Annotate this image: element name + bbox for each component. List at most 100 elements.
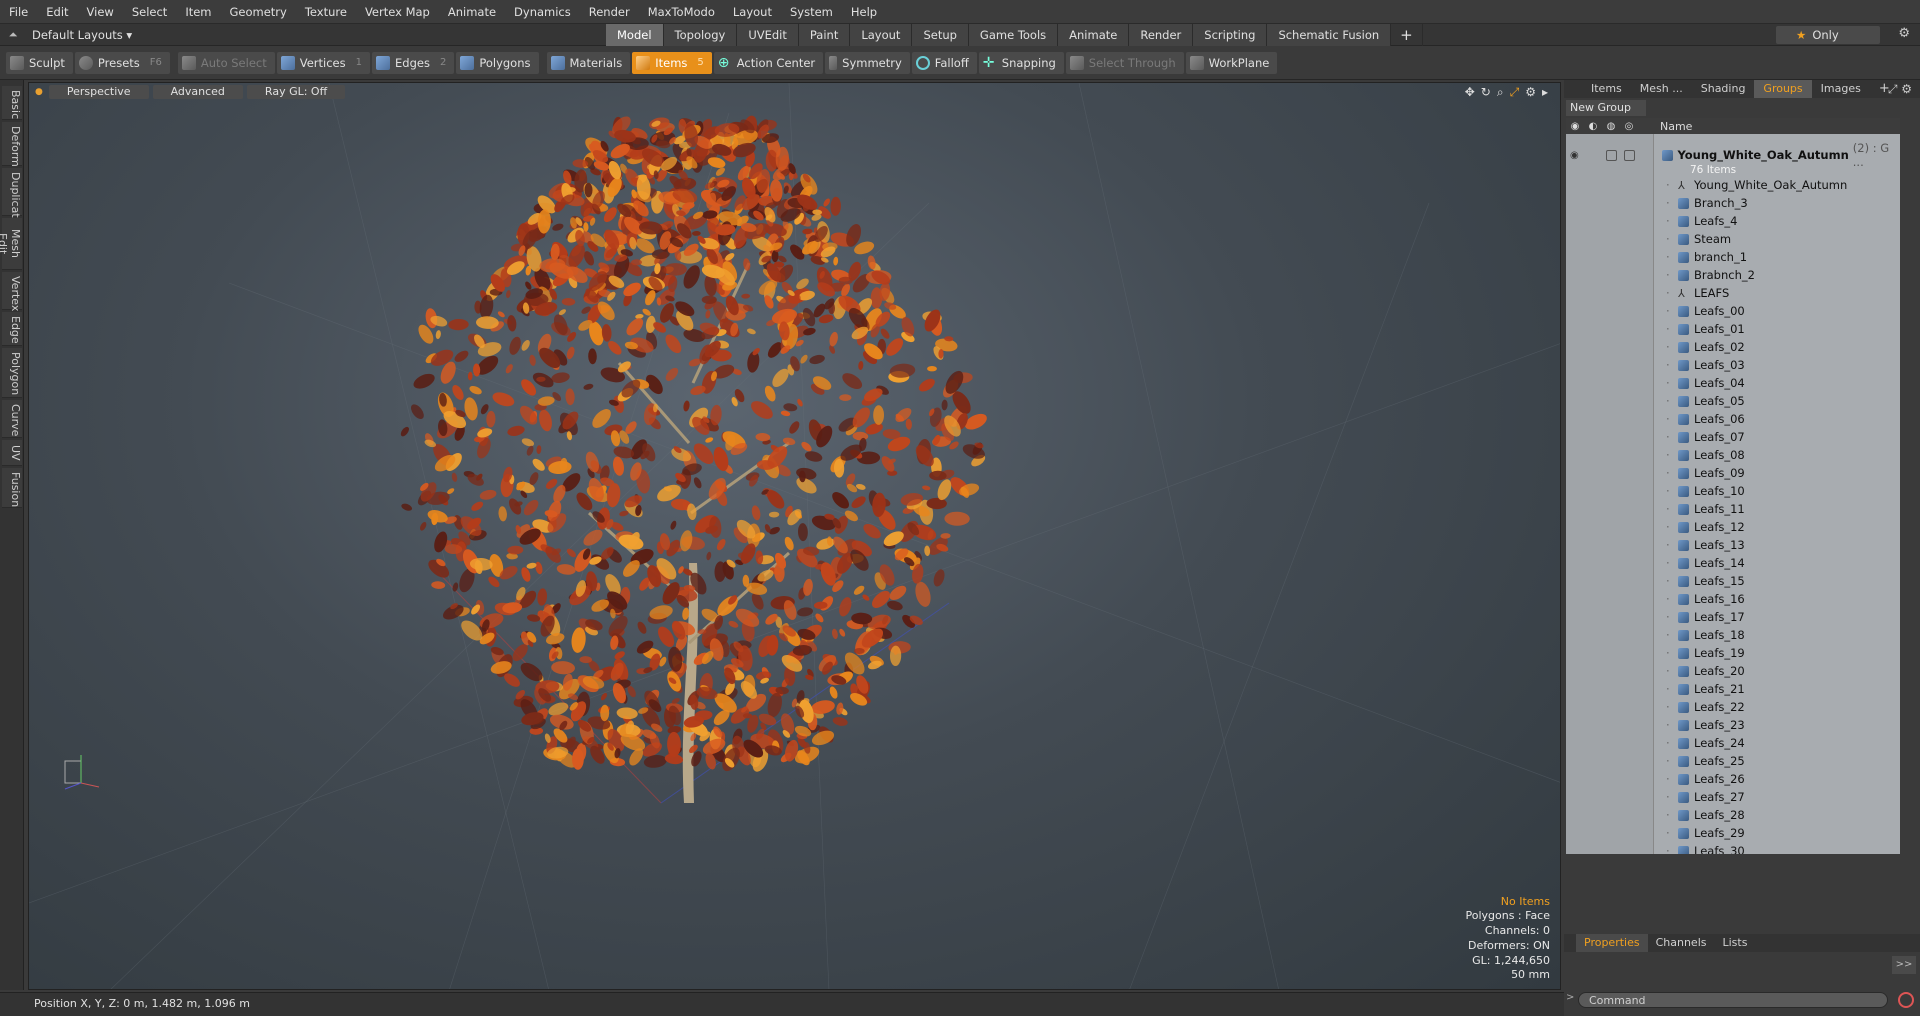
list-item[interactable]: · Leafs_20 bbox=[1566, 662, 1900, 680]
list-item[interactable]: · Leafs_22 bbox=[1566, 698, 1900, 716]
menu-geometry[interactable]: Geometry bbox=[221, 0, 296, 24]
list-item[interactable]: · Leafs_21 bbox=[1566, 680, 1900, 698]
zoom-view-icon[interactable]: ⌕ bbox=[1497, 85, 1504, 100]
list-item[interactable]: · Leafs_05 bbox=[1566, 392, 1900, 410]
presets-button[interactable]: Presets F6 bbox=[74, 51, 170, 74]
menu-texture[interactable]: Texture bbox=[296, 0, 356, 24]
list-item[interactable]: · Leafs_10 bbox=[1566, 482, 1900, 500]
left-tab-vertex[interactable]: Vertex bbox=[2, 272, 22, 311]
tab-uvedit[interactable]: UVEdit bbox=[737, 23, 799, 46]
list-item[interactable]: · Leafs_26 bbox=[1566, 770, 1900, 788]
menu-item[interactable]: Item bbox=[176, 0, 220, 24]
polygons-button[interactable]: Polygons bbox=[456, 51, 539, 74]
menu-render[interactable]: Render bbox=[580, 0, 639, 24]
menu-file[interactable]: File bbox=[0, 0, 37, 24]
list-item[interactable]: · Leafs_03 bbox=[1566, 356, 1900, 374]
vertices-button[interactable]: Vertices 1 bbox=[276, 51, 370, 74]
panel-tab-items[interactable]: Items bbox=[1582, 80, 1631, 98]
left-tab-mesh-edit[interactable]: Mesh Edit bbox=[0, 218, 22, 270]
menu-system[interactable]: System bbox=[781, 0, 842, 24]
list-item[interactable]: · ⅄ Young_White_Oak_Autumn bbox=[1566, 176, 1900, 194]
tab-paint[interactable]: Paint bbox=[798, 23, 851, 46]
fit-view-icon[interactable]: ⤢ bbox=[1510, 85, 1520, 100]
3d-viewport[interactable]: ● Perspective Advanced Ray GL: Off ✥ ↻ ⌕… bbox=[28, 82, 1561, 990]
tab-layout[interactable]: Layout bbox=[850, 23, 913, 46]
left-tab-polygon[interactable]: Polygon bbox=[2, 348, 22, 398]
stop-icon[interactable] bbox=[1898, 992, 1914, 1008]
snapping-button[interactable]: ✛ Snapping bbox=[978, 51, 1064, 74]
left-tab-basic[interactable]: Basic bbox=[2, 86, 22, 120]
tab-model[interactable]: Model bbox=[606, 23, 664, 46]
list-item[interactable]: · Leafs_08 bbox=[1566, 446, 1900, 464]
viewport-more-icon[interactable]: ▸ bbox=[1542, 85, 1548, 100]
move-view-icon[interactable]: ✥ bbox=[1465, 85, 1475, 100]
action-center-button[interactable]: ⊕ Action Center bbox=[713, 51, 824, 74]
list-item[interactable]: · Leafs_17 bbox=[1566, 608, 1900, 626]
list-item[interactable]: · Leafs_01 bbox=[1566, 320, 1900, 338]
menu-vertex-map[interactable]: Vertex Map bbox=[356, 0, 439, 24]
list-item[interactable]: · Leafs_00 bbox=[1566, 302, 1900, 320]
list-item[interactable]: · Branch_3 bbox=[1566, 194, 1900, 212]
tab-render[interactable]: Render bbox=[1129, 23, 1194, 46]
command-input[interactable]: Command bbox=[1578, 992, 1888, 1008]
select-through-button[interactable]: Select Through bbox=[1065, 51, 1184, 74]
raygl-dropdown[interactable]: Ray GL: Off bbox=[246, 85, 346, 99]
list-item[interactable]: · Leafs_04 bbox=[1566, 374, 1900, 392]
workplane-button[interactable]: WorkPlane bbox=[1185, 51, 1278, 74]
symmetry-button[interactable]: Symmetry bbox=[825, 51, 910, 74]
viewport-gear-icon[interactable]: ⚙ bbox=[1525, 85, 1536, 100]
list-item[interactable]: · Leafs_16 bbox=[1566, 590, 1900, 608]
checkbox[interactable] bbox=[1606, 149, 1617, 161]
tab-topology[interactable]: Topology bbox=[663, 23, 738, 46]
list-item[interactable]: · Steam bbox=[1566, 230, 1900, 248]
list-item[interactable]: · Leafs_14 bbox=[1566, 554, 1900, 572]
materials-button[interactable]: Materials bbox=[546, 51, 631, 74]
list-item[interactable]: · Leafs_19 bbox=[1566, 644, 1900, 662]
tab-game-tools[interactable]: Game Tools bbox=[968, 23, 1059, 46]
list-item[interactable]: · Leafs_18 bbox=[1566, 626, 1900, 644]
tab-scripting[interactable]: Scripting bbox=[1193, 23, 1268, 46]
list-item[interactable]: · Leafs_13 bbox=[1566, 536, 1900, 554]
list-item[interactable]: · Leafs_15 bbox=[1566, 572, 1900, 590]
perspective-dropdown[interactable]: Perspective bbox=[48, 85, 149, 99]
edges-button[interactable]: Edges 2 bbox=[372, 51, 455, 74]
panel-tab-shading[interactable]: Shading bbox=[1692, 80, 1755, 98]
list-item[interactable]: · Leafs_02 bbox=[1566, 338, 1900, 356]
list-item[interactable]: · Leafs_4 bbox=[1566, 212, 1900, 230]
list-item[interactable]: · Leafs_09 bbox=[1566, 464, 1900, 482]
tab-setup[interactable]: Setup bbox=[912, 23, 969, 46]
left-tab-deform[interactable]: Deform bbox=[2, 122, 22, 167]
list-item[interactable]: · Leafs_12 bbox=[1566, 518, 1900, 536]
list-item[interactable]: · Leafs_06 bbox=[1566, 410, 1900, 428]
menu-view[interactable]: View bbox=[78, 0, 123, 24]
list-item[interactable]: · Leafs_28 bbox=[1566, 806, 1900, 824]
list-item[interactable]: · Leafs_11 bbox=[1566, 500, 1900, 518]
group-row[interactable]: ◉ Young_White_Oak_Autumn (2) : G ... bbox=[1566, 141, 1900, 169]
menu-maxtomodo[interactable]: MaxToModo bbox=[639, 0, 724, 24]
advanced-dropdown[interactable]: Advanced bbox=[152, 85, 243, 99]
checkbox[interactable] bbox=[1624, 149, 1635, 161]
list-item[interactable]: · ⅄ LEAFS bbox=[1566, 284, 1900, 302]
auto-select-button[interactable]: Auto Select bbox=[177, 51, 275, 74]
list-item[interactable]: · Leafs_25 bbox=[1566, 752, 1900, 770]
list-item[interactable]: · Leafs_30 bbox=[1566, 842, 1900, 854]
layout-select[interactable]: Default Layouts ▾ bbox=[26, 28, 606, 42]
menu-help[interactable]: Help bbox=[842, 0, 886, 24]
panel-tab-images[interactable]: Images bbox=[1812, 80, 1870, 98]
new-group-button[interactable]: New Group bbox=[1566, 100, 1646, 116]
panel-tab-mesh[interactable]: Mesh ... bbox=[1631, 80, 1692, 98]
list-item[interactable]: · Leafs_24 bbox=[1566, 734, 1900, 752]
list-item[interactable]: · branch_1 bbox=[1566, 248, 1900, 266]
left-tab-uv[interactable]: UV bbox=[2, 440, 22, 466]
prop-tab-lists[interactable]: Lists bbox=[1715, 934, 1756, 952]
rotate-view-icon[interactable]: ↻ bbox=[1481, 85, 1491, 100]
prop-tab-properties[interactable]: Properties bbox=[1576, 934, 1648, 952]
panel-tab-groups[interactable]: Groups bbox=[1754, 80, 1812, 98]
prop-tab-channels[interactable]: Channels bbox=[1648, 934, 1715, 952]
add-tab-button[interactable]: + bbox=[1391, 23, 1423, 46]
menu-layout[interactable]: Layout bbox=[724, 0, 781, 24]
menu-animate[interactable]: Animate bbox=[439, 0, 505, 24]
list-item[interactable]: · Leafs_29 bbox=[1566, 824, 1900, 842]
list-item[interactable]: · Leafs_07 bbox=[1566, 428, 1900, 446]
left-tab-curve[interactable]: Curve bbox=[2, 400, 22, 438]
